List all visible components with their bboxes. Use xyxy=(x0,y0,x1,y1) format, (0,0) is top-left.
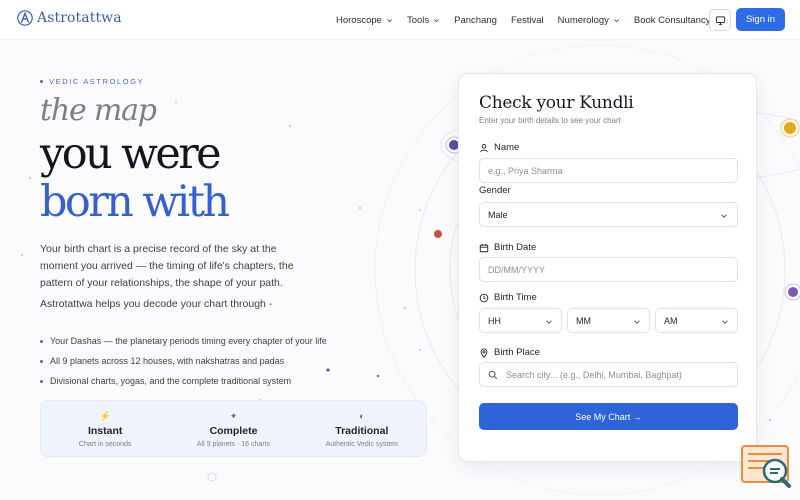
eyebrow-dot xyxy=(40,80,43,83)
form-title: Check your Kundli xyxy=(479,93,634,113)
birth-time-label: Birth Time xyxy=(479,292,537,303)
list-item: Your Dashas — the planetary periods timi… xyxy=(40,331,327,351)
nav-numerology[interactable]: Numerology xyxy=(558,15,620,26)
eyebrow-label: VEDIC ASTROLOGY xyxy=(40,77,144,86)
nav-horoscope-label: Horoscope xyxy=(336,14,382,26)
gender-label-text: Gender xyxy=(479,185,511,196)
display-mode-button[interactable] xyxy=(709,9,731,31)
minute-value: MM xyxy=(576,315,591,326)
name-label: Name xyxy=(479,142,519,153)
ampm-select[interactable]: AM xyxy=(655,308,738,333)
hour-value: HH xyxy=(488,315,501,326)
chevron-down-icon xyxy=(387,18,392,22)
birth-place-placeholder: Search city... (e.g., Delhi, Mumbai, Bag… xyxy=(506,369,682,380)
stat-complete: ✦ Complete All 9 planets · 16 charts xyxy=(169,401,297,456)
search-icon xyxy=(488,370,498,379)
nav-book-consultancy[interactable]: Book Consultancy xyxy=(634,15,711,26)
top-nav-bar: Astrotattwa Horoscope Tools Panchang Fes… xyxy=(0,0,800,40)
stat-title: Complete xyxy=(209,424,258,437)
nav-book-consultancy-label: Book Consultancy xyxy=(633,14,711,26)
monitor-icon xyxy=(715,15,725,25)
bullet-dot xyxy=(40,359,43,363)
stat-traditional: ◐ Traditional Authentic Vedic system xyxy=(298,401,426,456)
stat-title: Instant xyxy=(87,424,123,437)
stat-instant: ⚡ Instant Chart in seconds xyxy=(41,401,169,456)
nav-horoscope[interactable]: Horoscope xyxy=(336,15,393,26)
planet-red xyxy=(434,230,442,238)
name-placeholder: e.g., Priya Sharma xyxy=(488,165,563,176)
chevron-down-icon xyxy=(613,18,619,22)
astrotattwa-logo-icon xyxy=(17,10,33,26)
stat-subtitle: Authentic Vedic system xyxy=(325,440,398,448)
nav-festival-label: Festival xyxy=(510,14,544,26)
chevron-down-icon xyxy=(634,320,640,324)
map-pin-icon xyxy=(480,348,488,358)
list-item-text: Your Dashas — the planetary periods timi… xyxy=(50,336,327,346)
stats-panel: ⚡ Instant Chart in seconds ✦ Complete Al… xyxy=(40,400,427,457)
feature-list: Your Dashas — the planetary periods timi… xyxy=(40,331,327,391)
kundli-form-card: Check your Kundli Enter your birth detai… xyxy=(458,73,757,462)
gender-select[interactable]: Male xyxy=(479,202,738,227)
bullet-dot xyxy=(40,379,43,383)
birth-date-input[interactable]: DD/MM/YYYY xyxy=(479,257,738,282)
birth-time-label-text: Birth Time xyxy=(494,292,537,303)
stat-subtitle: Chart in seconds xyxy=(78,440,132,448)
chevron-down-icon xyxy=(546,320,552,324)
eyebrow-text: VEDIC ASTROLOGY xyxy=(49,77,145,86)
see-my-chart-button[interactable]: See My Chart → xyxy=(479,403,738,430)
nav-panchang-label: Panchang xyxy=(454,14,497,26)
chevron-down-icon xyxy=(722,320,728,324)
gender-value: Male xyxy=(488,209,508,220)
chevron-down-icon xyxy=(721,214,727,218)
hero-intro-text: Your birth chart is a precise record of … xyxy=(40,243,294,289)
headline-line-1: the map xyxy=(40,93,157,128)
planet-violet xyxy=(784,283,800,301)
birth-date-label: Birth Date xyxy=(479,242,536,253)
hero-intro-text-2: Astrotattwa helps you decode your chart … xyxy=(40,298,273,310)
minute-select[interactable]: MM xyxy=(567,308,650,333)
chevron-down-icon xyxy=(434,18,440,22)
chat-support-icon[interactable] xyxy=(740,443,792,489)
list-item: Divisional charts, yogas, and the comple… xyxy=(40,371,327,391)
birth-date-placeholder: DD/MM/YYYY xyxy=(488,264,546,275)
stat-title: Traditional xyxy=(335,424,389,437)
stat-subtitle: All 9 planets · 16 charts xyxy=(196,440,271,448)
hour-select[interactable]: HH xyxy=(479,308,562,333)
bullet-dot xyxy=(40,339,43,343)
brand-name: Astrotattwa xyxy=(37,10,122,26)
list-item-text: Divisional charts, yogas, and the comple… xyxy=(50,376,292,386)
headline-line-2: you were xyxy=(40,129,222,179)
nav-festival[interactable]: Festival xyxy=(511,15,544,26)
name-label-text: Name xyxy=(494,142,520,153)
main-nav: Horoscope Tools Panchang Festival Numero… xyxy=(336,0,710,40)
nav-numerology-label: Numerology xyxy=(557,14,609,26)
ampm-value: AM xyxy=(664,315,678,326)
calendar-icon xyxy=(479,243,489,252)
birth-place-search-input[interactable]: Search city... (e.g., Delhi, Mumbai, Bag… xyxy=(479,362,738,387)
sparkle-icon: ✦ xyxy=(229,410,238,421)
lightning-icon: ⚡ xyxy=(99,410,111,421)
name-input[interactable]: e.g., Priya Sharma xyxy=(479,158,738,183)
birth-place-label-text: Birth Place xyxy=(494,347,540,358)
form-subtitle: Enter your birth details to see your cha… xyxy=(479,116,621,125)
headline-line-3: born with xyxy=(40,177,230,227)
clock-icon xyxy=(479,293,489,302)
user-icon xyxy=(480,143,488,152)
brand-logo[interactable]: Astrotattwa xyxy=(16,9,122,27)
half-moon-icon: ◐ xyxy=(359,410,365,421)
nav-panchang[interactable]: Panchang xyxy=(454,15,497,26)
list-item-text: All 9 planets across 12 houses, with nak… xyxy=(50,356,285,366)
gender-label: Gender xyxy=(479,185,511,196)
signin-button[interactable]: Sign in xyxy=(736,8,785,31)
nav-tools-label: Tools xyxy=(406,14,430,26)
planet-gold xyxy=(780,118,800,138)
list-item: All 9 planets across 12 houses, with nak… xyxy=(40,351,327,371)
nav-tools[interactable]: Tools xyxy=(407,15,440,26)
birth-place-label: Birth Place xyxy=(479,347,540,358)
birth-date-label-text: Birth Date xyxy=(494,242,537,253)
